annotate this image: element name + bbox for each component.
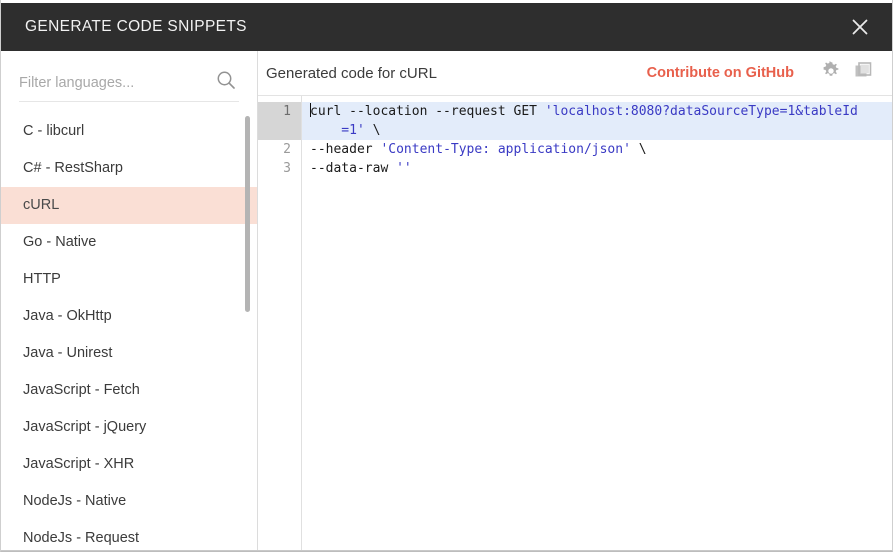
code-token-command: curl [310,104,350,119]
contribute-on-github-link[interactable]: Contribute on GitHub [647,65,794,81]
language-item-label: JavaScript - Fetch [23,382,140,398]
code-token-continuation: \ [630,142,647,157]
dialog-title: GENERATE CODE SNIPPETS [25,18,247,35]
language-item-label: cURL [23,197,60,213]
language-item-nodejs-native[interactable]: NodeJs - Native [1,483,257,520]
code-token-header-value: 'Content-Type: application/json' [380,142,631,157]
code-token-url: 'localhost:8080?dataSourceType=1&tableId [544,104,858,119]
code-panel: Generated code for cURL Contribute on Gi… [258,51,892,551]
filter-languages-field[interactable] [19,65,239,102]
code-panel-header: Generated code for cURL Contribute on Gi… [258,51,892,96]
code-line-3[interactable]: --data-raw '' [302,159,892,178]
language-item-label: Go - Native [23,234,97,250]
search-input[interactable] [19,75,199,91]
close-button[interactable] [836,3,884,51]
line-number: 2 [283,142,291,157]
code-line-1[interactable]: curl --location --request GET 'localhost… [302,102,892,121]
code-panel-title: Generated code for cURL [266,64,437,82]
language-item-go-native[interactable]: Go - Native [1,224,257,261]
language-item-label: NodeJs - Native [23,493,127,509]
language-item-c-libcurl[interactable]: C - libcurl [1,113,257,150]
language-item-label: C - libcurl [23,123,85,139]
language-sidebar: C - libcurl C# - RestSharp cURL Go - Nat… [1,51,258,551]
line-number: 1 [258,102,301,121]
dialog-bottom-edge [1,550,892,551]
code-line-2[interactable]: --header 'Content-Type: application/json… [302,140,892,159]
language-item-http[interactable]: HTTP [1,261,257,298]
language-item-label: NodeJs - Request [23,530,140,546]
dialog-body: C - libcurl C# - RestSharp cURL Go - Nat… [1,51,892,551]
close-icon [849,16,871,38]
code-line-1-wrap[interactable]: =1' \ [302,121,892,140]
code-token-continuation: \ [364,123,381,138]
language-item-label: JavaScript - XHR [23,456,135,472]
code-token-header-flag: --header [310,142,381,157]
code-content[interactable]: curl --location --request GET 'localhost… [302,96,892,551]
line-number: 3 [283,161,291,176]
language-item-label: HTTP [23,271,61,287]
code-token-data-flag: --data-raw [310,161,397,176]
code-editor[interactable]: 1 2 3 curl --location --request GET 'loc… [258,96,892,551]
copy-code-button[interactable] [850,60,876,86]
code-token-url-cont: =1' [310,123,365,138]
language-item-java-okhttp[interactable]: Java - OkHttp [1,298,257,335]
sidebar-scrollbar-thumb[interactable] [245,116,250,312]
language-item-javascript-xhr[interactable]: JavaScript - XHR [1,446,257,483]
language-item-javascript-jquery[interactable]: JavaScript - jQuery [1,409,257,446]
language-item-java-unirest[interactable]: Java - Unirest [1,335,257,372]
language-item-nodejs-request[interactable]: NodeJs - Request [1,520,257,551]
language-item-label: JavaScript - jQuery [23,419,147,435]
language-item-javascript-fetch[interactable]: JavaScript - Fetch [1,372,257,409]
copy-icon [853,61,873,86]
language-item-csharp-restsharp[interactable]: C# - RestSharp [1,150,257,187]
sidebar-scrollbar[interactable] [244,51,252,551]
generate-code-snippets-dialog: GENERATE CODE SNIPPETS Filter languages.… [0,0,893,552]
language-item-curl[interactable]: cURL [1,187,257,224]
code-token-flags: --location --request GET [349,104,545,119]
language-list[interactable]: C - libcurl C# - RestSharp cURL Go - Nat… [1,113,257,551]
line-number-continuation [258,121,301,140]
language-item-label: C# - RestSharp [23,160,123,176]
settings-button[interactable] [818,60,844,86]
search-icon [215,69,237,91]
language-item-label: Java - OkHttp [23,308,112,324]
gear-icon [821,60,841,86]
line-number-gutter: 1 2 3 [258,96,302,551]
language-item-label: Java - Unirest [23,345,113,361]
code-token-data-value: '' [396,161,412,176]
dialog-titlebar: GENERATE CODE SNIPPETS [1,3,892,51]
